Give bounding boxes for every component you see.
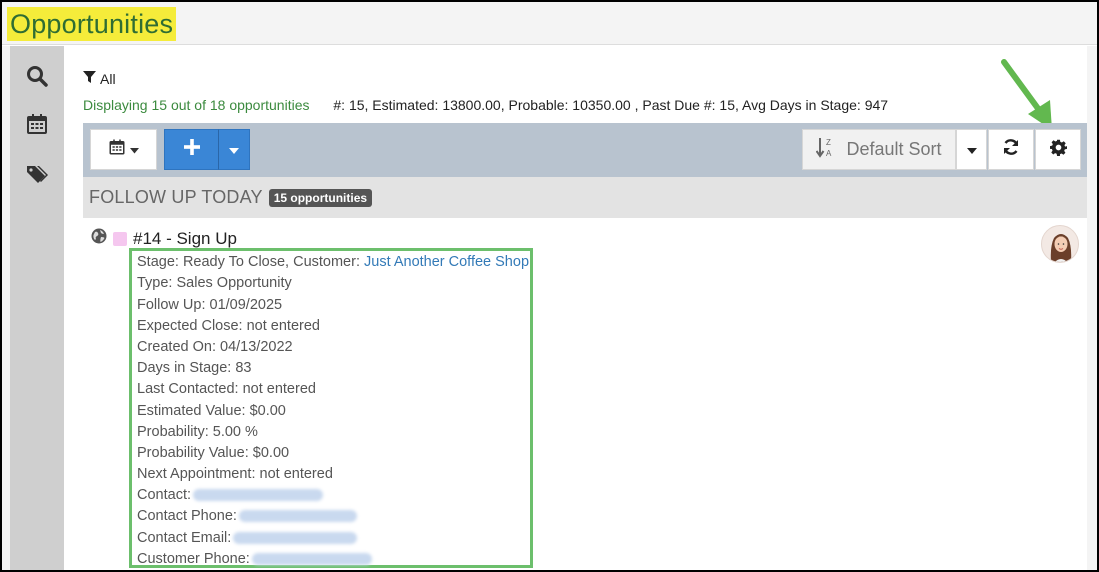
add-options-dropdown[interactable] [218, 129, 250, 170]
gear-icon [1049, 139, 1067, 161]
count-badge: 15 opportunities [268, 188, 373, 207]
section-header[interactable]: FOLLOW UP TODAY 15 opportunities [83, 177, 1087, 218]
calendar-icon[interactable] [25, 112, 49, 136]
opportunity-card[interactable]: #14 - Sign Up Stage: Ready To Close, Cus… [83, 218, 1087, 570]
follow-up-line: Follow Up: 01/09/2025 [137, 296, 283, 313]
redacted-value [238, 510, 357, 523]
refresh-button[interactable] [988, 129, 1034, 170]
opportunity-header: #14 - Sign Up [91, 228, 237, 249]
estimated-value-line: Estimated Value: $0.00 [137, 402, 286, 419]
customer-phone-line: Customer Phone: [137, 551, 372, 567]
display-count: Displaying 15 out of 18 opportunities [83, 97, 310, 113]
stage-text: Stage: Ready To Close, Customer: [137, 254, 365, 270]
calendar-icon [108, 138, 126, 161]
tags-icon[interactable] [25, 162, 49, 186]
opportunity-details: Stage: Ready To Close, Customer: Just An… [129, 248, 533, 568]
sort-alpha-icon: ZA [816, 136, 836, 163]
avatar [1041, 225, 1079, 263]
filter-selector[interactable]: All [83, 71, 116, 87]
search-icon[interactable] [25, 64, 49, 88]
summary-stats: #: 15, Estimated: 13800.00, Probable: 10… [333, 97, 889, 113]
svg-text:A: A [826, 149, 832, 158]
last-contacted-line: Last Contacted: not entered [137, 381, 316, 397]
caret-down-icon [130, 141, 139, 159]
svg-text:Z: Z [826, 138, 831, 147]
probability-line: Probability: 5.00 % [137, 423, 258, 440]
redacted-value [251, 552, 372, 565]
globe-icon [91, 228, 107, 249]
color-tag [113, 231, 127, 246]
caret-down-icon [966, 141, 977, 159]
redacted-value [233, 531, 358, 544]
probability-value-line: Probability Value: $0.00 [137, 444, 290, 461]
created-on-line: Created On: 04/13/2022 [137, 338, 293, 355]
right-gutter [1087, 46, 1097, 570]
stage-customer-line: Stage: Ready To Close, Customer: Just An… [137, 254, 529, 270]
app-header: Opportunities [2, 2, 1097, 45]
sort-button[interactable]: ZA Default Sort [802, 129, 956, 170]
toolbar: ZA Default Sort [83, 123, 1087, 177]
left-gutter [2, 46, 10, 570]
section-title: FOLLOW UP TODAY [89, 187, 263, 207]
add-opportunity-button[interactable] [164, 129, 219, 170]
expected-close-line: Expected Close: not entered [137, 317, 320, 334]
filter-label: All [100, 71, 116, 87]
contact-phone-line: Contact Phone: [137, 508, 357, 524]
contact-line: Contact: [137, 487, 323, 503]
contact-phone-label: Contact Phone: [137, 508, 237, 524]
sort-dropdown[interactable] [956, 129, 987, 170]
redacted-value [193, 489, 323, 502]
sort-label: Default Sort [846, 139, 942, 159]
summary-row: Displaying 15 out of 18 opportunities #:… [83, 97, 888, 113]
customer-link[interactable]: Just Another Coffee Shop [364, 254, 529, 270]
opportunity-title[interactable]: #14 - Sign Up [133, 229, 237, 249]
left-rail [10, 46, 64, 570]
contact-label: Contact: [137, 487, 191, 503]
days-in-stage-line: Days in Stage: 83 [137, 360, 252, 376]
contact-email-label: Contact Email: [137, 529, 232, 546]
window-frame: Opportunities All Displaying 15 out of 1… [0, 0, 1099, 572]
filter-icon [83, 71, 96, 87]
refresh-icon [1002, 138, 1020, 161]
calendar-view-button[interactable] [90, 129, 157, 170]
type-line: Type: Sales Opportunity [137, 275, 292, 291]
settings-button[interactable] [1035, 129, 1081, 170]
caret-down-icon [229, 141, 239, 159]
next-appointment-line: Next Appointment: not entered [137, 466, 333, 482]
page-title: Opportunities [7, 7, 177, 41]
customer-phone-label: Customer Phone: [137, 550, 250, 567]
plus-icon [183, 139, 200, 160]
contact-email-line: Contact Email: [137, 529, 358, 546]
